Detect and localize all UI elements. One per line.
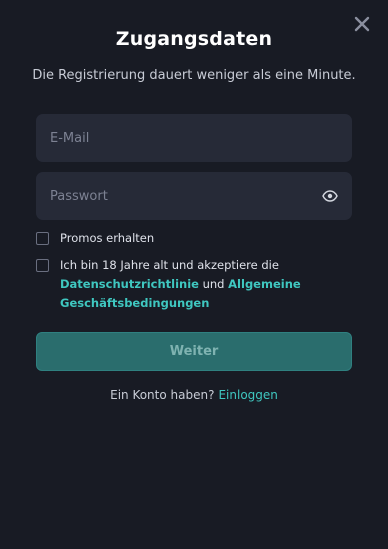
terms-checkbox[interactable]: [36, 259, 49, 272]
privacy-policy-link[interactable]: Datenschutzrichtlinie: [60, 277, 199, 291]
terms-connector: und: [202, 277, 225, 291]
terms-text: Ich bin 18 Jahre alt und akzeptiere die: [60, 258, 279, 272]
password-field[interactable]: [36, 172, 320, 220]
continue-button[interactable]: Weiter: [36, 332, 352, 371]
login-link[interactable]: Einloggen: [218, 388, 277, 402]
terms-label: Ich bin 18 Jahre alt und akzeptiere die …: [60, 256, 336, 313]
eye-icon: [322, 190, 338, 202]
toggle-password-visibility-button[interactable]: [320, 186, 340, 206]
dialog-title: Zugangsdaten: [115, 28, 273, 50]
email-field-container: [36, 114, 352, 162]
login-prompt: Ein Konto haben? Einloggen: [0, 388, 388, 402]
promos-option: Promos erhalten: [36, 231, 155, 248]
email-field[interactable]: [36, 114, 352, 162]
dialog-subtitle: Die Registrierung dauert weniger als ein…: [32, 68, 356, 83]
promos-label: Promos erhalten: [60, 231, 155, 245]
promos-checkbox[interactable]: [36, 232, 49, 245]
password-field-container: [36, 172, 352, 220]
registration-dialog: Zugangsdaten Die Registrierung dauert we…: [0, 0, 388, 549]
terms-option: Ich bin 18 Jahre alt und akzeptiere die …: [36, 256, 336, 313]
login-prompt-text: Ein Konto haben?: [110, 388, 215, 402]
